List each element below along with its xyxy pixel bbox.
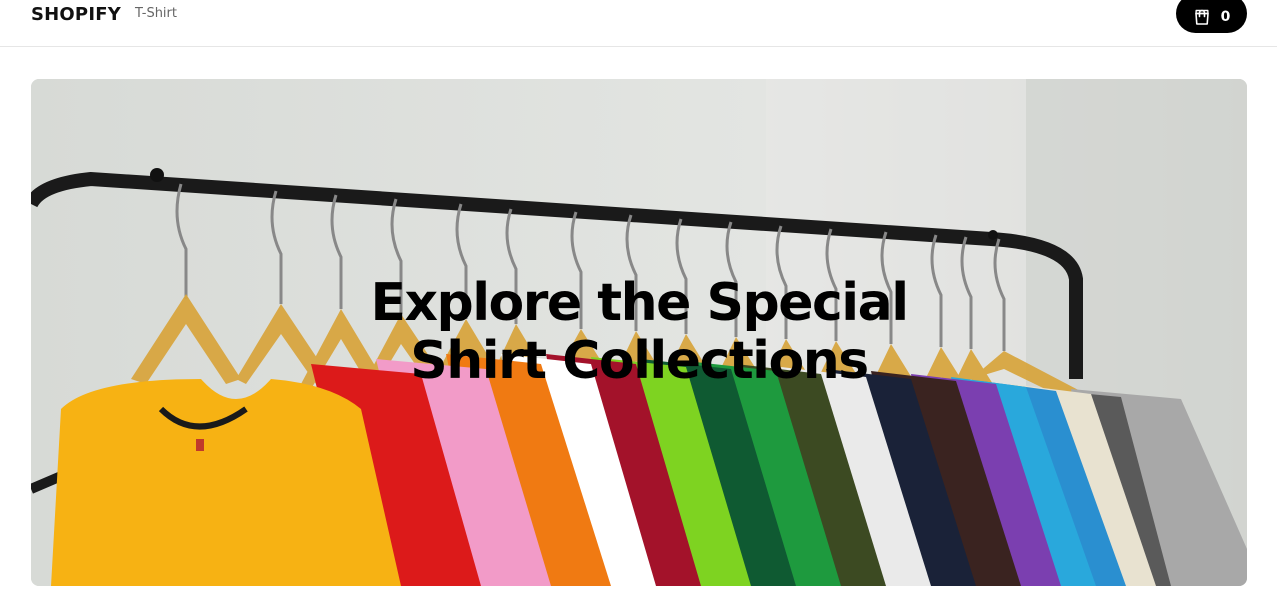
hero-title-line-1: Explore the Special (370, 273, 909, 333)
brand-logo[interactable]: SHOPIFY (31, 4, 121, 25)
hero-title-line-2: Shirt Collections (410, 331, 869, 391)
hero-title: Explore the Special Shirt Collections (31, 274, 1247, 390)
hero-banner: Explore the Special Shirt Collections (31, 79, 1247, 586)
site-header: SHOPIFY T-Shirt 0 (0, 0, 1277, 47)
shopping-bag-icon (1193, 8, 1211, 26)
cart-count: 0 (1220, 8, 1231, 25)
cart-button[interactable]: 0 (1176, 0, 1247, 33)
nav-link-t-shirt[interactable]: T-Shirt (135, 6, 177, 21)
